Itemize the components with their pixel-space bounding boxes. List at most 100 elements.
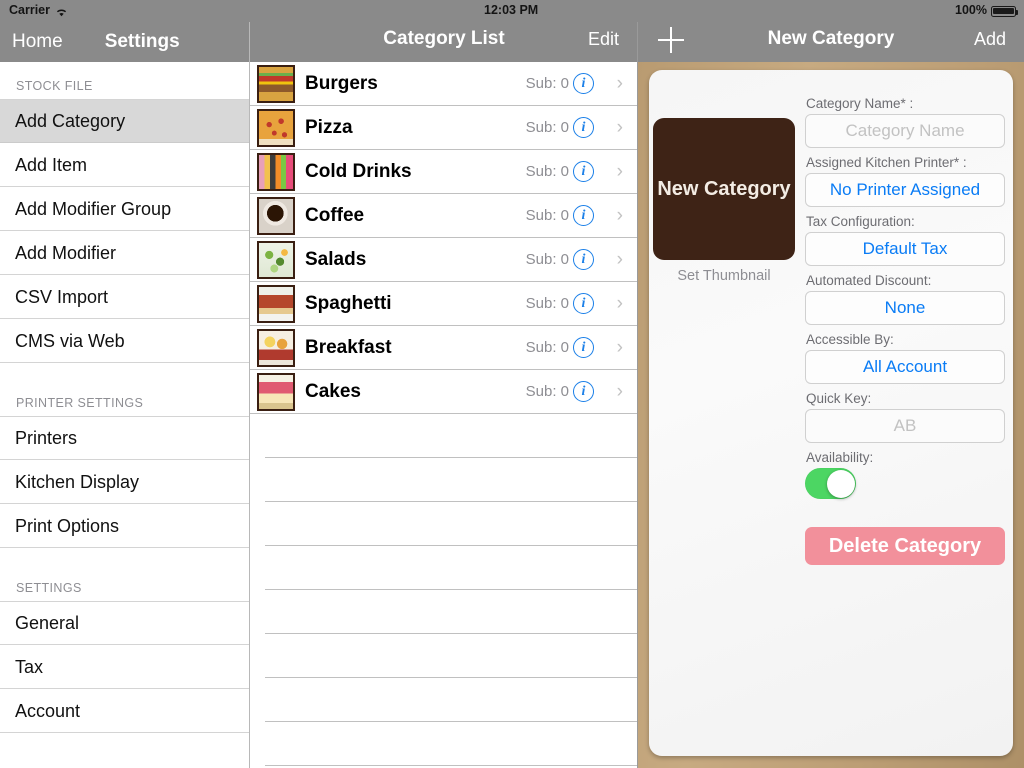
info-icon[interactable]: i (573, 293, 594, 314)
empty-rows-area (250, 414, 637, 766)
sidebar-item-label: Add Modifier Group (15, 198, 172, 219)
chevron-right-icon: › (616, 380, 623, 402)
carrier-label: Carrier (9, 3, 50, 17)
sidebar-item-general[interactable]: General (0, 601, 249, 645)
home-button[interactable]: Home (12, 31, 63, 53)
sidebar-list: STOCK FILE Add Category Add Item Add Modifi… (0, 62, 249, 733)
info-icon[interactable]: i (573, 117, 594, 138)
category-name: Coffee (305, 204, 365, 226)
field-label: Category Name* : (806, 96, 914, 111)
chevron-right-icon: › (616, 248, 623, 270)
thumbnail-label: New Category (657, 177, 791, 200)
field-label: Assigned Kitchen Printer* : (806, 155, 967, 170)
subcategory-count: Sub: 0 (525, 251, 569, 268)
sidebar-section-header: SETTINGS (16, 581, 82, 595)
chevron-right-icon: › (616, 292, 623, 314)
quick-key-input[interactable]: AB (805, 409, 1005, 443)
availability-toggle[interactable] (805, 468, 856, 499)
sidebar-item-label: Add Category (15, 110, 126, 131)
category-name: Cold Drinks (305, 160, 412, 182)
subcategory-count: Sub: 0 (525, 207, 569, 224)
toggle-knob (826, 469, 855, 498)
sidebar-item-add-modifier[interactable]: Add Modifier (0, 231, 249, 275)
info-icon[interactable]: i (573, 73, 594, 94)
new-category-form: Category Name* : Category Name Assigned Ki… (805, 96, 1005, 565)
info-icon[interactable]: i (573, 205, 594, 226)
info-icon[interactable]: i (573, 381, 594, 402)
chevron-right-icon: › (616, 72, 623, 94)
sidebar-item-add-item[interactable]: Add Item (0, 143, 249, 187)
list-item (265, 546, 637, 590)
list-item (265, 722, 637, 766)
sidebar-item-account[interactable]: Account (0, 689, 249, 733)
sidebar-item-label: General (15, 612, 80, 633)
wifi-icon (55, 6, 68, 17)
sidebar-item-add-category[interactable]: Add Category (0, 99, 249, 143)
chevron-right-icon: › (616, 336, 623, 358)
sidebar-item-print-options[interactable]: Print Options (0, 504, 249, 548)
table-row[interactable]: Breakfast Sub: 0 i › (250, 326, 637, 370)
sidebar-item-printers[interactable]: Printers (0, 416, 249, 460)
sidebar-item-label: Tax (15, 656, 44, 677)
sidebar-item-label: CMS via Web (15, 330, 125, 351)
table-row[interactable]: Salads Sub: 0 i › (250, 238, 637, 282)
list-item (265, 414, 637, 458)
subcategory-count: Sub: 0 (525, 119, 569, 136)
table-row[interactable]: Spaghetti Sub: 0 i › (250, 282, 637, 326)
sidebar-title: Settings (104, 31, 180, 52)
sidebar-item-add-modifier-group[interactable]: Add Modifier Group (0, 187, 249, 231)
sidebar-item-label: Print Options (15, 515, 120, 536)
thumbnail-preview[interactable]: New Category (653, 118, 795, 260)
add-button[interactable]: Add (974, 29, 1006, 50)
sidebar-item-kitchen-display[interactable]: Kitchen Display (0, 460, 249, 504)
category-name-input[interactable]: Category Name (805, 114, 1005, 148)
info-icon[interactable]: i (573, 161, 594, 182)
sidebar-item-cms-via-web[interactable]: CMS via Web (0, 319, 249, 363)
edit-button[interactable]: Edit (588, 29, 619, 50)
settings-sidebar: Home Settings STOCK FILE Add Category Add … (0, 0, 250, 768)
category-name: Spaghetti (305, 292, 392, 314)
kitchen-printer-select[interactable]: No Printer Assigned (805, 173, 1005, 207)
table-row[interactable]: Pizza Sub: 0 i › (250, 106, 637, 150)
set-thumbnail-button[interactable]: Set Thumbnail (653, 268, 795, 284)
category-thumbnail-icon (257, 284, 295, 323)
new-category-card: New Category Set Thumbnail Category Name… (649, 70, 1013, 756)
list-item (265, 634, 637, 678)
category-name: Breakfast (305, 336, 392, 358)
battery-icon (991, 5, 1019, 17)
sidebar-item-tax[interactable]: Tax (0, 645, 249, 689)
category-thumbnail-icon (257, 108, 295, 147)
delete-category-button[interactable]: Delete Category (805, 527, 1005, 565)
sidebar-section-header: PRINTER SETTINGS (16, 396, 144, 410)
table-row[interactable]: Coffee Sub: 0 i › (250, 194, 637, 238)
sidebar-item-label: CSV Import (15, 286, 109, 307)
field-label: Automated Discount: (806, 273, 932, 288)
category-name: Pizza (305, 116, 353, 138)
status-bar: Carrier 12:03 PM 100% (0, 0, 1024, 22)
category-name: Cakes (305, 380, 361, 402)
sidebar-item-csv-import[interactable]: CSV Import (0, 275, 249, 319)
category-list: Burgers Sub: 0 i › Pizza Sub: 0 i › Cold Drinks S… (250, 62, 637, 414)
table-row[interactable]: Cold Drinks Sub: 0 i › (250, 150, 637, 194)
subcategory-count: Sub: 0 (525, 163, 569, 180)
category-name: Burgers (305, 72, 378, 94)
category-thumbnail-icon (257, 196, 295, 235)
chevron-right-icon: › (616, 116, 623, 138)
tax-configuration-select[interactable]: Default Tax (805, 232, 1005, 266)
info-icon[interactable]: i (573, 249, 594, 270)
table-row[interactable]: Cakes Sub: 0 i › (250, 370, 637, 414)
sidebar-section-header: STOCK FILE (16, 79, 93, 93)
sidebar-item-label: Add Item (15, 154, 88, 175)
accessible-by-select[interactable]: All Account (805, 350, 1005, 384)
subcategory-count: Sub: 0 (525, 339, 569, 356)
automated-discount-select[interactable]: None (805, 291, 1005, 325)
info-icon[interactable]: i (573, 337, 594, 358)
chevron-right-icon: › (616, 204, 623, 226)
category-thumbnail-icon (257, 372, 295, 411)
new-category-panel: New Category Add New Category Set Thumbn… (638, 0, 1024, 768)
chevron-right-icon: › (616, 160, 623, 182)
category-name: Salads (305, 248, 367, 270)
table-row[interactable]: Burgers Sub: 0 i › (250, 62, 637, 106)
category-thumbnail-icon (257, 328, 295, 367)
category-thumbnail-icon (257, 64, 295, 103)
